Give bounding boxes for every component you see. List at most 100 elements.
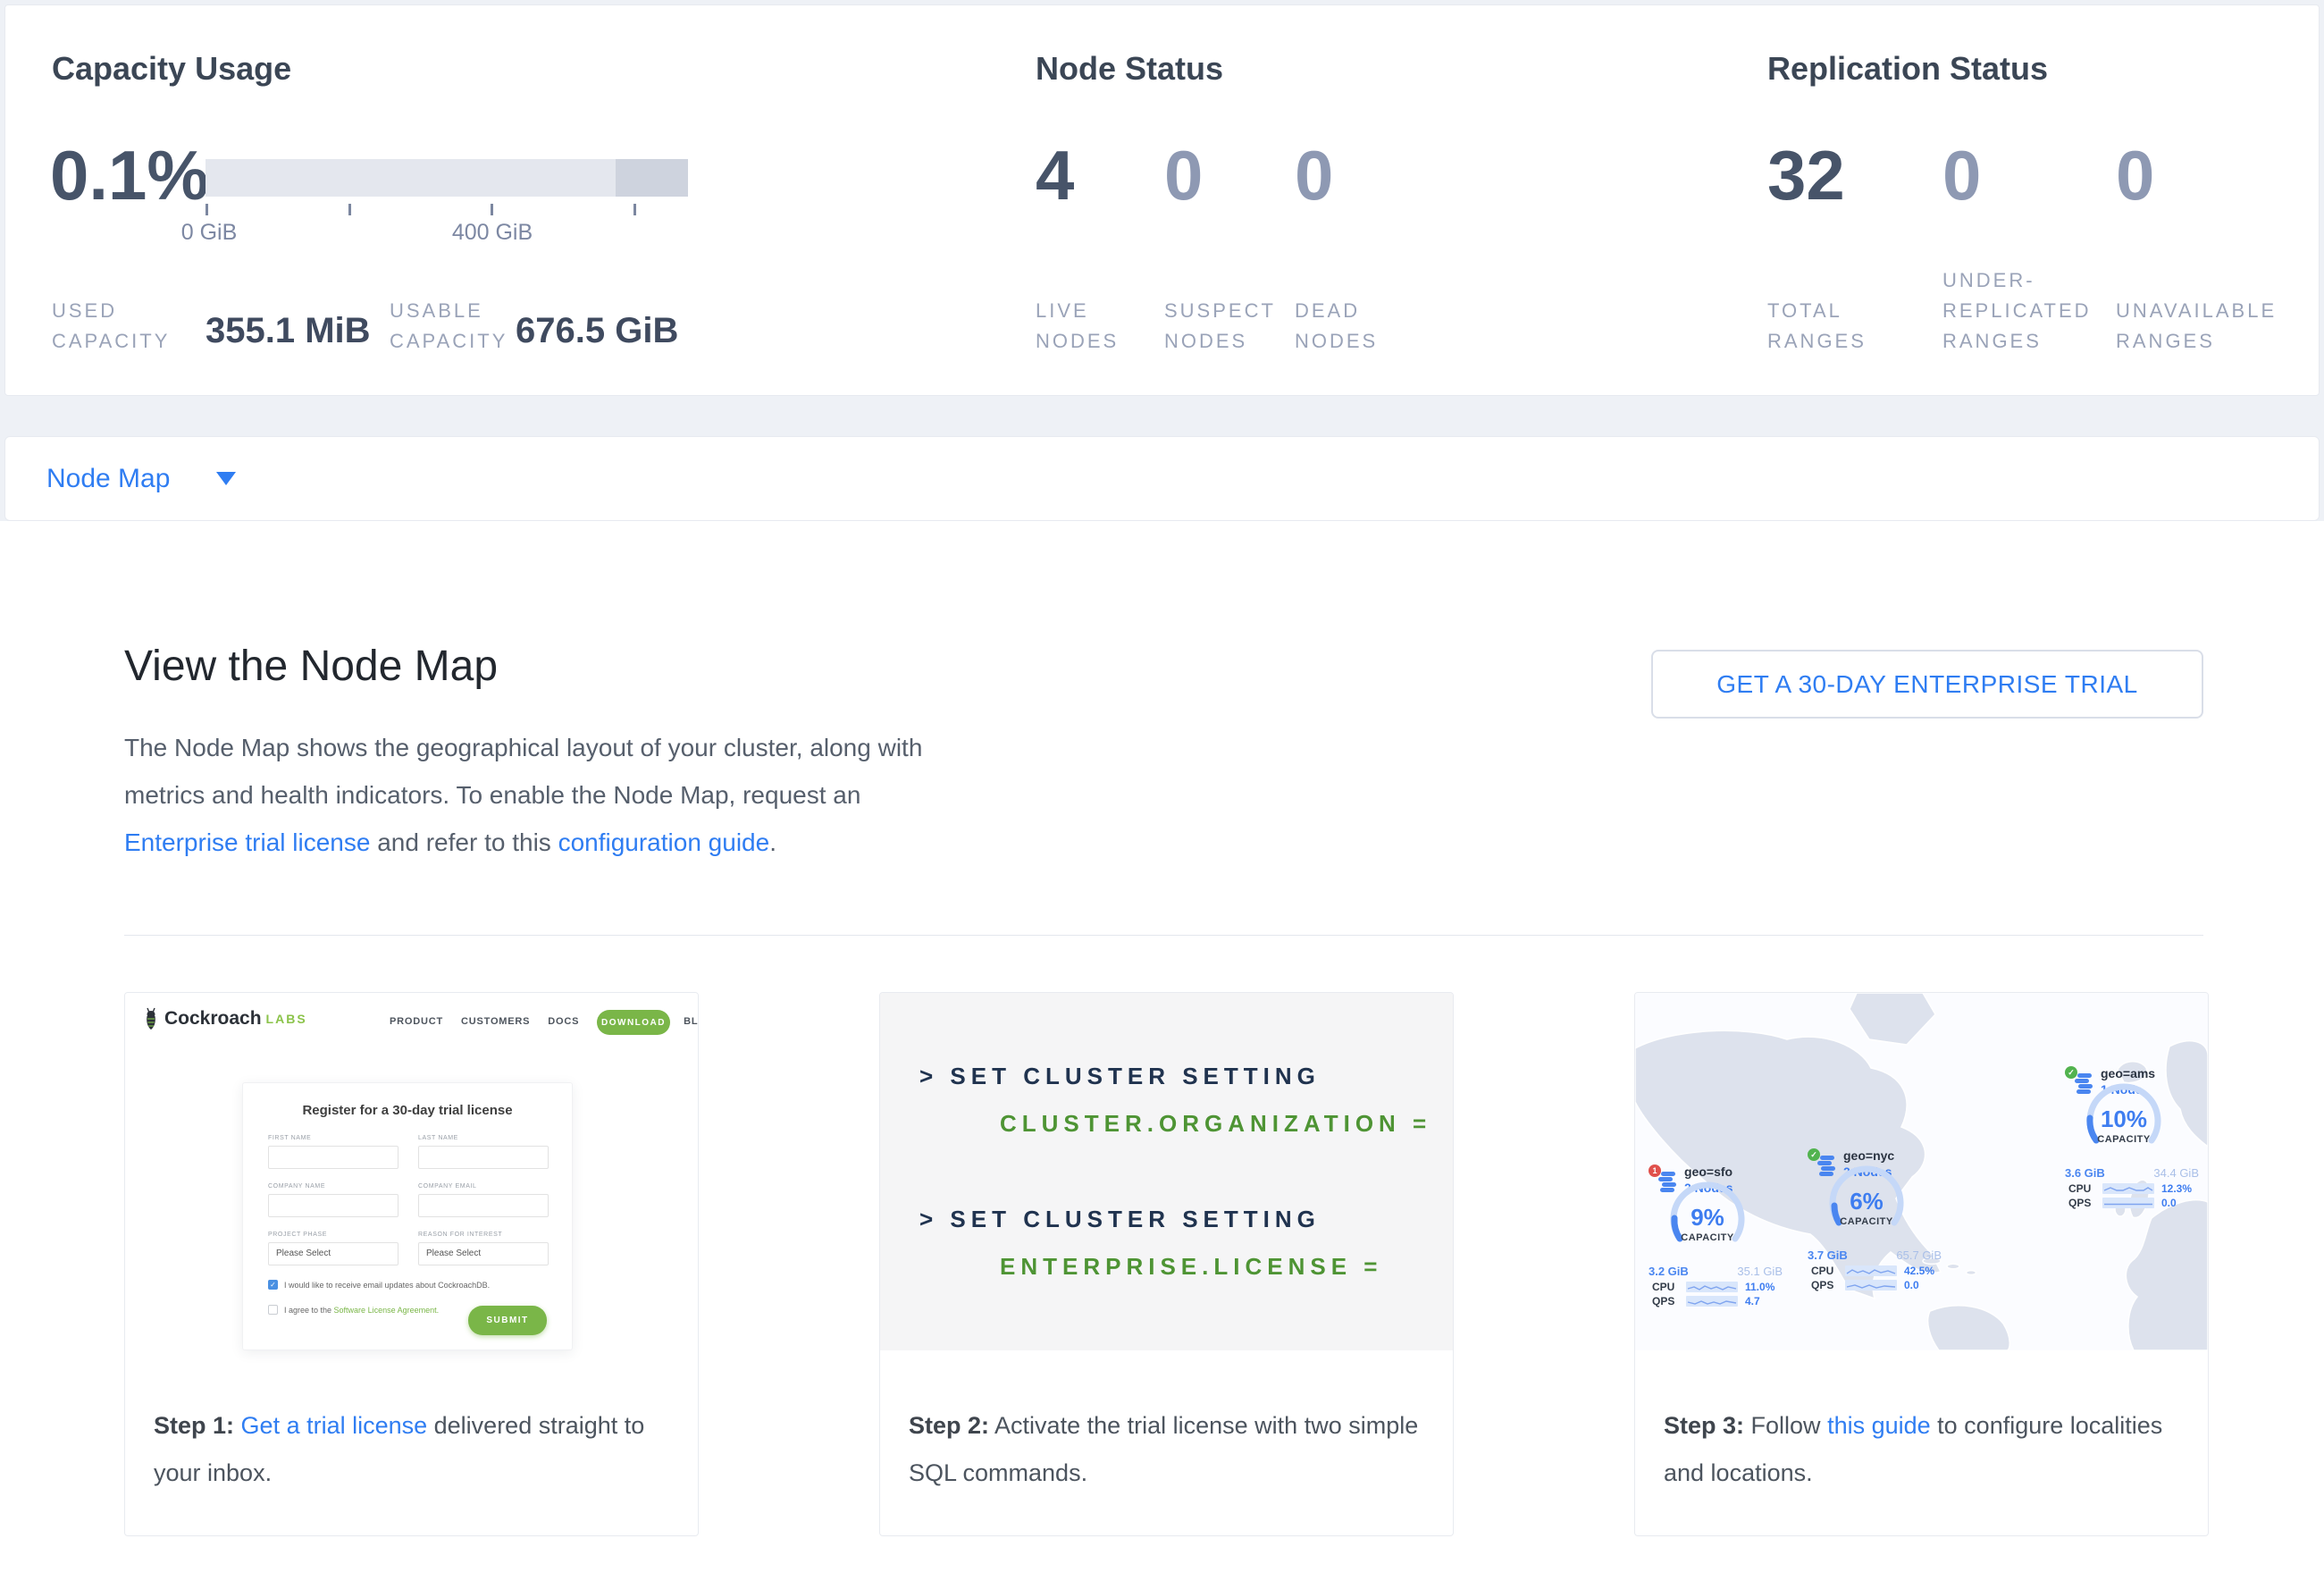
trial-license-site-preview: Cockroach LABS PRODUCT CUSTOMERS DOCS RE… <box>125 993 698 1350</box>
intro-paragraph: The Node Map shows the geographical layo… <box>124 724 973 866</box>
reason-for-interest-label: REASON FOR INTEREST <box>418 1232 502 1238</box>
cockroach-bug-icon <box>143 1007 159 1030</box>
capacity-axis-tick <box>348 204 351 215</box>
cpu-sparkline <box>1686 1282 1738 1292</box>
capacity-caption: CAPACITY <box>1665 1232 1750 1243</box>
node-map-dropdown[interactable]: Node Map <box>46 437 236 520</box>
usable-capacity-value: 676.5 GiB <box>516 311 678 351</box>
logo-wordmark: Cockroach <box>164 1008 262 1030</box>
view-selector-bar: Node Map <box>4 436 2320 521</box>
node-locality-label: geo=nyc <box>1843 1148 1894 1163</box>
cpu-value: 11.0% <box>1745 1281 1774 1293</box>
unavailable-ranges-label: UNAVAILABLE RANGES <box>2116 296 2286 357</box>
live-nodes-label: LIVE NODES <box>1036 296 1147 357</box>
logo-labs-suffix: LABS <box>266 1012 307 1026</box>
nav-item-docs[interactable]: DOCS <box>548 1016 579 1027</box>
reason-for-interest-select[interactable]: Please Select <box>418 1242 549 1265</box>
usable-capacity-label: USABLE CAPACITY <box>390 296 519 357</box>
capacity-bar <box>206 159 688 197</box>
unavailable-ranges-value: 0 <box>2116 138 2154 213</box>
last-name-field[interactable] <box>418 1146 549 1169</box>
step3-text: Follow <box>1744 1412 1827 1439</box>
page-title: View the Node Map <box>124 642 498 691</box>
qps-label: QPS <box>1652 1295 1686 1307</box>
step1-prefix: Step 1: <box>154 1412 234 1439</box>
capacity-caption: CAPACITY <box>1824 1216 1909 1227</box>
company-name-label: COMPANY NAME <box>268 1183 325 1190</box>
trial-register-form: Register for a 30-day trial license FIRS… <box>242 1082 573 1350</box>
first-name-label: FIRST NAME <box>268 1135 311 1141</box>
capacity-usage-title: Capacity Usage <box>52 50 291 88</box>
software-license-agreement-link[interactable]: Software License Agreement. <box>334 1306 440 1315</box>
enterprise-trial-license-link[interactable]: Enterprise trial license <box>124 828 370 856</box>
replication-status-title: Replication Status <box>1767 50 2048 88</box>
capacity-percent-label: 9% <box>1665 1204 1750 1232</box>
submit-button[interactable]: SUBMIT <box>468 1306 547 1335</box>
capacity-percent-label: 10% <box>2081 1106 2167 1133</box>
capacity-total-gib: 65.7 GiB <box>1896 1248 1942 1262</box>
step3-caption: Step 3: Follow this guide to configure l… <box>1664 1402 2186 1497</box>
step1-card: Cockroach LABS PRODUCT CUSTOMERS DOCS RE… <box>124 992 699 1536</box>
cpu-sparkline <box>1845 1265 1897 1276</box>
cluster-summary-panel: Capacity Usage 0.1% 0 GiB 400 GiB USED C… <box>4 4 2320 396</box>
step3-prefix: Step 3: <box>1664 1412 1744 1439</box>
live-nodes-value: 4 <box>1036 138 1074 213</box>
cpu-value: 12.3% <box>2161 1182 2192 1195</box>
cockroach-labs-logo: Cockroach LABS <box>143 1007 307 1030</box>
configuration-guide-link[interactable]: configuration guide <box>558 828 770 856</box>
company-name-field[interactable] <box>268 1194 399 1217</box>
node-map-preview: 1 geo=sfo 2 Nodes 9% CAPACITY 3.2 GiB 35… <box>1635 993 2208 1350</box>
capacity-total-gib: 34.4 GiB <box>2153 1166 2199 1180</box>
qps-value: 0.0 <box>1904 1279 1919 1291</box>
sql-cluster-organization: CLUSTER.ORGANIZATION = <box>1000 1110 1431 1138</box>
qps-value: 0.0 <box>2161 1197 2177 1209</box>
capacity-used-gib: 3.6 GiB <box>2065 1166 2105 1180</box>
sql-commands-preview: > SET CLUSTER SETTING CLUSTER.ORGANIZATI… <box>880 993 1453 1350</box>
email-updates-checkbox[interactable]: ✓ <box>268 1280 278 1290</box>
email-updates-text: I would like to receive email updates ab… <box>284 1281 490 1290</box>
used-capacity-value: 355.1 MiB <box>206 311 371 351</box>
cpu-label: CPU <box>1811 1265 1845 1277</box>
download-button[interactable]: DOWNLOAD <box>597 1010 670 1035</box>
capacity-used-gib: 3.7 GiB <box>1808 1248 1848 1262</box>
capacity-axis-tick <box>633 204 636 215</box>
qps-label: QPS <box>2068 1197 2102 1209</box>
license-agreement-checkbox[interactable] <box>268 1305 278 1315</box>
project-phase-select[interactable]: Please Select <box>268 1242 399 1265</box>
company-email-label: COMPANY EMAIL <box>418 1183 477 1190</box>
company-email-field[interactable] <box>418 1194 549 1217</box>
nav-item-blog[interactable]: BLOG <box>684 1016 699 1027</box>
first-name-field[interactable] <box>268 1146 399 1169</box>
node-locality-label: geo=ams <box>2101 1066 2155 1080</box>
capacity-bar-reserved-segment <box>616 159 688 197</box>
sql-set-cluster-setting-1: > SET CLUSTER SETTING <box>919 1063 1321 1090</box>
sql-enterprise-license: ENTERPRISE.LICENSE = <box>1000 1253 1382 1281</box>
project-phase-label: PROJECT PHASE <box>268 1232 327 1238</box>
intro-text: The Node Map shows the geographical layo… <box>124 734 922 809</box>
intro-text: . <box>769 828 776 856</box>
under-replicated-ranges-label: UNDER- REPLICATED RANGES <box>1942 265 2108 357</box>
sql-set-cluster-setting-2: > SET CLUSTER SETTING <box>919 1206 1321 1233</box>
dead-nodes-value: 0 <box>1295 138 1333 213</box>
step2-prefix: Step 2: <box>909 1412 989 1439</box>
chevron-down-icon <box>216 472 236 485</box>
nav-item-customers[interactable]: CUSTOMERS <box>461 1016 530 1027</box>
this-guide-link[interactable]: this guide <box>1827 1412 1931 1439</box>
capacity-axis-tick <box>491 204 493 215</box>
dead-nodes-label: DEAD NODES <box>1295 296 1406 357</box>
license-agreement-text: I agree to the Software License Agreemen… <box>284 1306 439 1315</box>
cpu-label: CPU <box>2068 1182 2102 1195</box>
suspect-nodes-value: 0 <box>1164 138 1203 213</box>
qps-sparkline <box>2102 1198 2154 1208</box>
last-name-label: LAST NAME <box>418 1135 458 1141</box>
cpu-value: 42.5% <box>1904 1265 1934 1277</box>
capacity-percent-label: 6% <box>1824 1188 1909 1215</box>
used-capacity-label: USED CAPACITY <box>52 296 181 357</box>
suspect-nodes-label: SUSPECT NODES <box>1164 296 1298 357</box>
step3-card: 1 geo=sfo 2 Nodes 9% CAPACITY 3.2 GiB 35… <box>1634 992 2209 1536</box>
enterprise-trial-button[interactable]: GET A 30-DAY ENTERPRISE TRIAL <box>1651 650 2203 719</box>
under-replicated-ranges-value: 0 <box>1942 138 1981 213</box>
qps-label: QPS <box>1811 1279 1845 1291</box>
nav-item-product[interactable]: PRODUCT <box>390 1016 443 1027</box>
get-trial-license-link[interactable]: Get a trial license <box>241 1412 428 1439</box>
